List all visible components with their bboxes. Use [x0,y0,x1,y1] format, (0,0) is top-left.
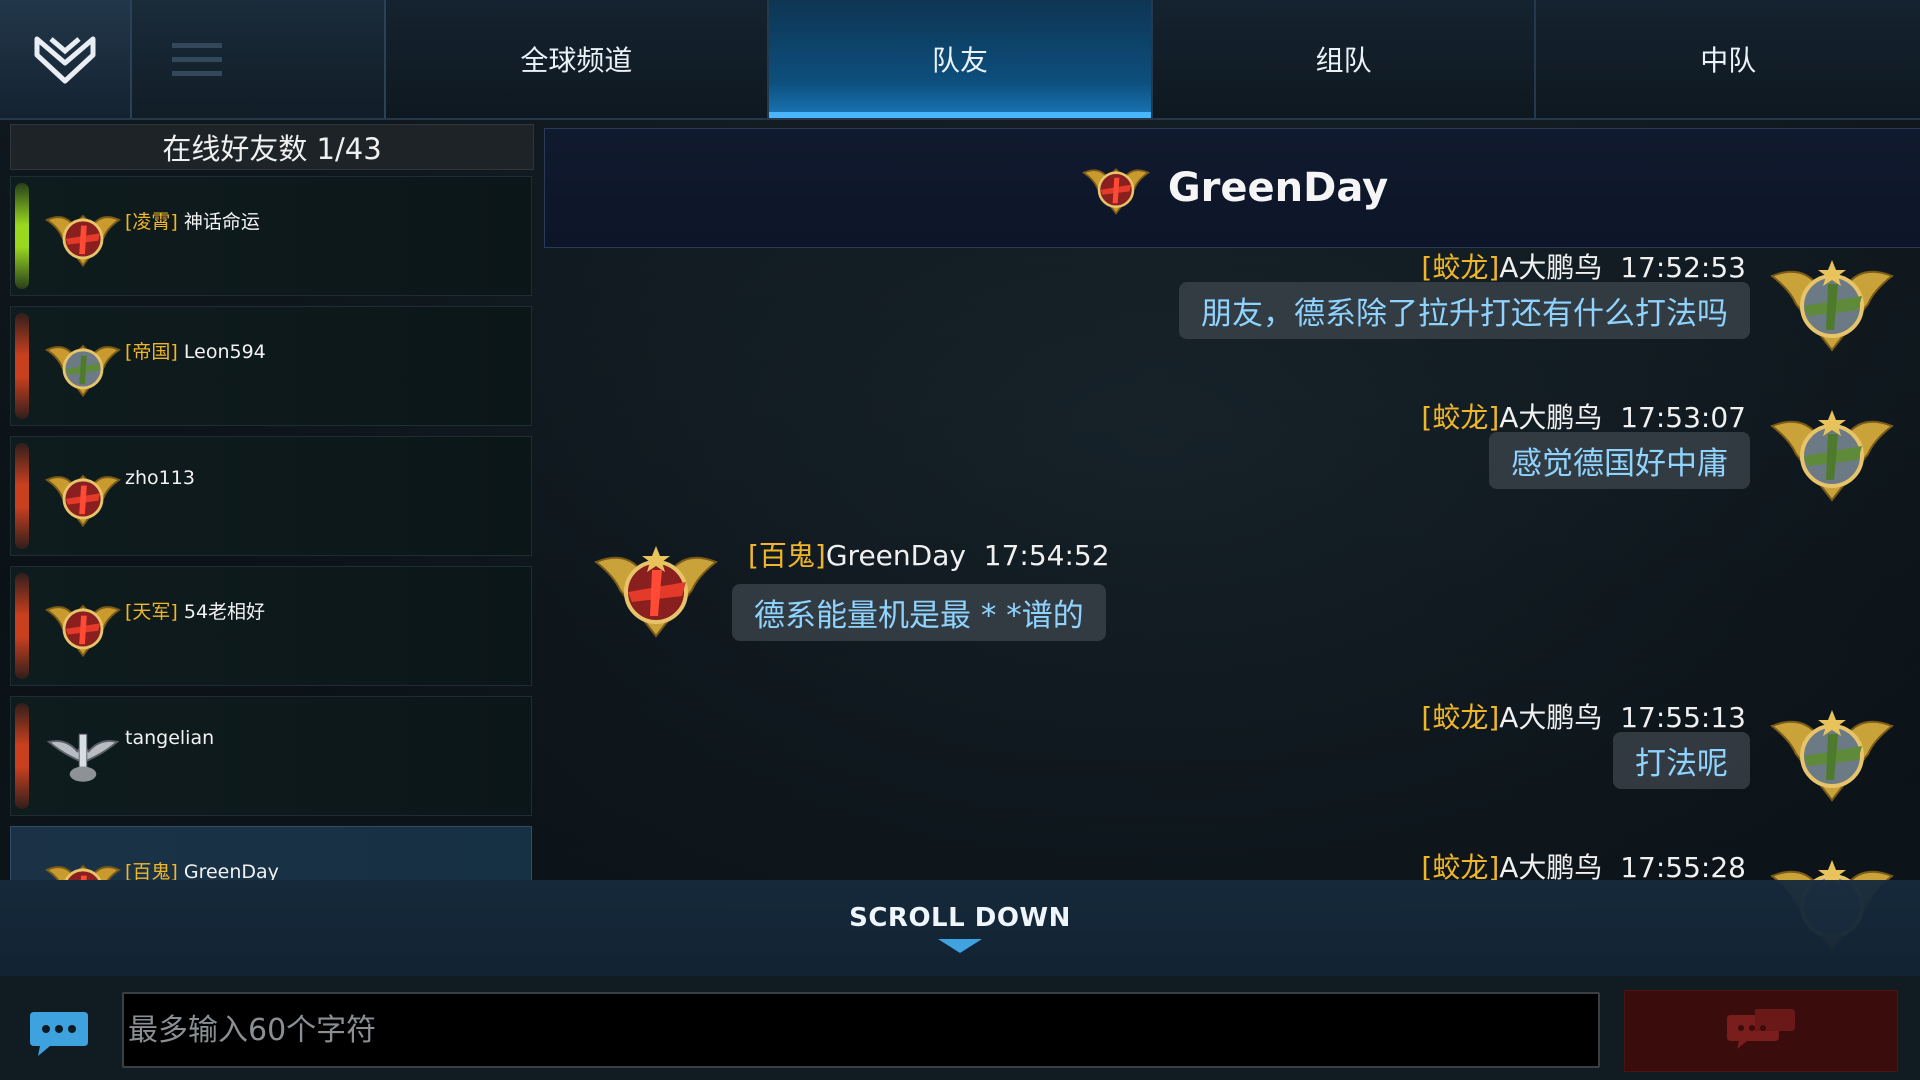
message-time: 17:55:13 [1620,701,1746,734]
message-time: 17:53:07 [1620,401,1746,434]
friend-name: 54老相好 [183,601,266,623]
red-plane-badge-icon [1081,168,1150,215]
green-plane-badge-icon [1770,410,1894,502]
chevron-down-logo-icon [34,36,96,84]
online-friends-count: 在线好友数 1/43 [10,124,534,170]
message-bubble: 感觉德国好中庸 [1489,432,1750,489]
friend-item[interactable]: zho113 [10,436,532,556]
tab-teammates[interactable]: 队友 [769,0,1153,118]
tab-global-channel[interactable]: 全球频道 [385,0,770,118]
chat-partner-name: GreenDay [1167,165,1389,211]
message-meta: [蛟龙]A大鹏鸟 17:55:13 [1421,696,1746,736]
sender-name: A大鹏鸟 [1499,701,1603,734]
message-bubble: 朋友，德系除了拉升打还有什么打法吗 [1179,282,1750,339]
friend-name: zho113 [125,467,195,489]
offline-status-indicator [15,703,29,809]
offline-status-indicator [15,443,29,549]
top-nav-bar: 全球频道 队友 组队 中队 [0,0,1920,120]
sender-name: A大鹏鸟 [1499,401,1603,434]
scroll-down-button[interactable]: SCROLL DOWN [0,880,1920,976]
friend-name: tangelian [125,727,215,749]
message-time: 17:52:53 [1620,251,1746,284]
friend-item[interactable]: [天军] 54老相好 [10,566,532,686]
clan-tag: [百鬼] [748,539,826,572]
message-meta: [蛟龙]A大鹏鸟 17:53:07 [1421,396,1746,436]
friend-item[interactable]: tangelian [10,696,532,816]
red-plane-badge-icon [45,474,121,528]
clan-tag: [百鬼] [125,861,178,880]
red-plane-badge-icon [45,864,121,880]
friend-name: Leon594 [183,341,266,363]
clan-tag: [凌霄] [125,211,178,233]
red-plane-badge-icon [45,214,121,268]
friend-name: 神话命运 [183,211,260,233]
send-chat-icon [1727,1009,1795,1049]
green-plane-badge-icon [1770,710,1894,802]
chat-header: GreenDay [544,128,1920,248]
wings-emblem-icon [46,733,120,782]
offline-status-indicator [15,313,29,419]
menu-icon [171,43,222,76]
green-plane-badge-icon [45,344,121,398]
friend-list: [凌霄] 神话命运 [帝国] Leon594 zho113 [天军] 54老相好… [10,176,532,880]
sender-name: GreenDay [825,539,966,572]
clan-tag: [蛟龙] [1421,701,1500,734]
send-button[interactable] [1624,990,1898,1072]
friend-item[interactable]: [帝国] Leon594 [10,306,532,426]
tab-party[interactable]: 组队 [1152,0,1537,118]
red-plane-badge-icon [45,604,121,658]
scroll-down-label: SCROLL DOWN [849,903,1071,933]
friend-name: GreenDay [183,861,279,880]
clan-tag: [蛟龙] [1421,401,1500,434]
clan-tag: [帝国] [125,341,178,363]
message-bubble: 打法呢 [1613,732,1750,789]
collapse-button[interactable] [0,0,132,118]
sender-name: A大鹏鸟 [1499,251,1603,284]
green-plane-badge-icon [1770,260,1894,352]
online-status-indicator [15,183,29,289]
message-bubble: 德系能量机是最 * *谱的 [732,584,1106,641]
message-meta: [百鬼]GreenDay 17:54:52 [748,534,1110,574]
message-meta: [蛟龙]A大鹏鸟 17:52:53 [1421,246,1746,286]
message-time: 17:54:52 [983,539,1110,572]
friend-item-selected[interactable]: [百鬼] GreenDay [10,826,532,880]
menu-button[interactable] [131,0,386,118]
offline-status-indicator [15,573,29,679]
friend-item[interactable]: [凌霄] 神话命运 [10,176,532,296]
tab-squadron[interactable]: 中队 [1536,0,1920,118]
clan-tag: [天军] [125,601,178,623]
chat-message-input[interactable] [122,992,1600,1068]
clan-tag: [蛟龙] [1421,251,1500,284]
arrow-down-icon [938,939,982,953]
red-plane-badge-icon [594,546,718,638]
chat-bubble-icon[interactable] [28,1008,90,1058]
